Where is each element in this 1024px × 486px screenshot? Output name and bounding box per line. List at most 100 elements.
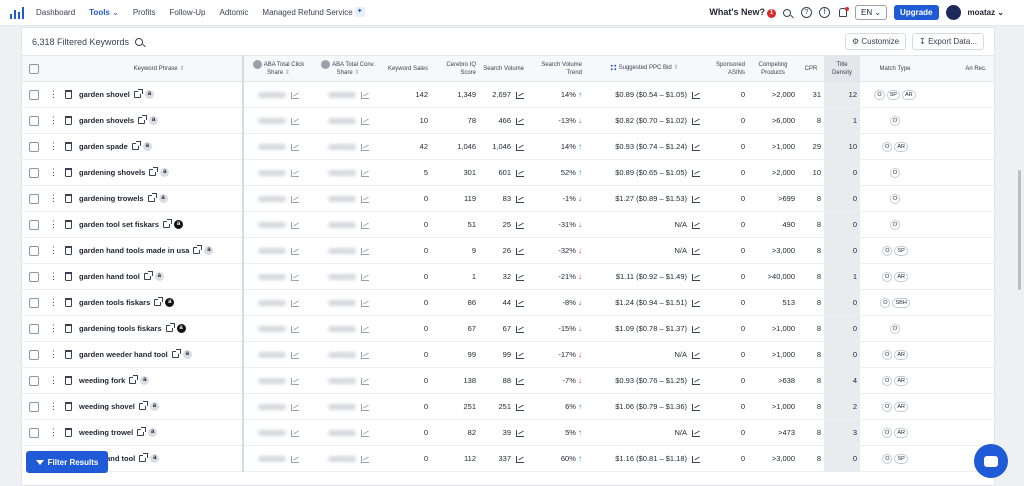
trash-icon[interactable] [64, 402, 72, 412]
trash-icon[interactable] [64, 376, 72, 386]
header-suggested-ppc[interactable]: Suggested PPC Bid ⇕ [585, 55, 703, 82]
external-link-icon[interactable] [139, 453, 149, 463]
trash-icon[interactable] [64, 246, 72, 256]
chart-icon[interactable] [692, 169, 700, 177]
table-row[interactable]: ⋮ gardening tools fiskars a 0 67 67 -15% ↓ $1.0… [22, 315, 994, 342]
match-type-pill[interactable]: AR [894, 428, 908, 438]
row-menu-icon[interactable]: ⋮ [46, 419, 60, 446]
keyword-phrase[interactable]: garden tool set fiskars [79, 220, 159, 229]
match-type-pill[interactable]: O [889, 116, 901, 126]
external-link-icon[interactable] [149, 167, 159, 177]
chat-launcher-button[interactable] [974, 444, 1008, 478]
chart-icon[interactable] [692, 455, 700, 463]
trash-icon[interactable] [64, 142, 72, 152]
chart-icon[interactable] [516, 325, 524, 333]
chart-icon[interactable] [516, 169, 524, 177]
help-icon[interactable]: ? [800, 7, 812, 18]
keyword-phrase[interactable]: garden hand tool [79, 272, 140, 281]
external-link-icon[interactable] [165, 323, 175, 333]
amazon-icon[interactable]: a [174, 220, 184, 230]
chart-icon[interactable] [692, 429, 700, 437]
table-row[interactable]: ⋮ weeding trowel a 0 82 39 5% ↑ N/A 0 >473 8 3 O AR [22, 419, 994, 446]
chart-icon[interactable] [360, 143, 369, 151]
match-type-pill[interactable]: O [882, 272, 893, 282]
row-menu-icon[interactable]: ⋮ [46, 315, 60, 342]
match-type-pill[interactable]: O [882, 428, 893, 438]
table-row[interactable]: ⋮puller hand toola011233760% ↑$1.16 ($0.… [22, 445, 994, 472]
row-checkbox[interactable] [29, 193, 39, 204]
nav-profits[interactable]: Profits [133, 8, 156, 17]
bell-icon[interactable] [837, 7, 849, 18]
keyword-phrase[interactable]: garden shovels [79, 116, 134, 125]
table-row[interactable]: ⋮ garden spade a 42 1,046 1,046 14% ↑ $0.93 ($0… [22, 133, 994, 160]
chart-icon[interactable] [360, 429, 369, 437]
table-row[interactable]: ⋮ garden tools fiskars a 0 86 44 -8% ↓ $1.24 ($… [22, 289, 994, 316]
row-checkbox[interactable] [29, 375, 39, 386]
header-title-density[interactable]: Title Density [824, 55, 860, 82]
chart-icon[interactable] [291, 143, 299, 151]
chart-icon[interactable] [291, 299, 299, 307]
table-row[interactable]: ⋮ weeding shovel a 0 251 251 6% ↑ $1.06 ($0.79 … [22, 393, 994, 420]
match-type-pill[interactable]: SP [886, 90, 900, 100]
chart-icon[interactable] [516, 221, 524, 229]
chart-icon[interactable] [516, 377, 524, 385]
search-icon[interactable] [782, 8, 791, 17]
chart-icon[interactable] [516, 247, 524, 255]
row-checkbox[interactable] [29, 323, 39, 334]
chart-icon[interactable] [291, 429, 299, 437]
select-all-checkbox[interactable] [29, 63, 39, 74]
match-type-pill[interactable]: SBH [892, 298, 910, 308]
chart-icon[interactable] [291, 377, 299, 385]
match-type-pill[interactable]: AR [901, 90, 916, 100]
external-link-icon[interactable] [137, 427, 147, 437]
table-row[interactable]: ⋮ weeding fork a 0 138 88 -7% ↓ $0.93 ($0.76 – … [22, 367, 994, 394]
header-search-volume-trend[interactable]: Search Volume Trend [527, 55, 585, 82]
external-link-icon[interactable] [147, 193, 157, 203]
chart-icon[interactable] [516, 143, 524, 151]
chart-icon[interactable] [360, 91, 369, 99]
external-link-icon[interactable] [143, 271, 153, 281]
chart-icon[interactable] [692, 221, 700, 229]
table-row[interactable]: ⋮ garden shovels a 10 78 466 -13% ↓ $0.82 ($0.7… [22, 107, 994, 134]
amazon-icon[interactable]: a [149, 402, 159, 412]
match-type-pill[interactable]: O [882, 246, 893, 256]
nav-managed-refund[interactable]: Managed Refund Service ✦ [262, 6, 365, 18]
match-type-pill[interactable]: O [882, 376, 893, 386]
keyword-phrase[interactable]: garden hand tools made in usa [79, 246, 189, 255]
chart-icon[interactable] [291, 117, 299, 125]
row-checkbox[interactable] [29, 401, 39, 412]
row-menu-icon[interactable]: ⋮ [46, 289, 60, 316]
nav-dashboard[interactable]: Dashboard [36, 8, 75, 17]
chart-icon[interactable] [516, 91, 524, 99]
keyword-phrase[interactable]: weeding fork [79, 376, 125, 385]
trash-icon[interactable] [64, 90, 72, 100]
row-menu-icon[interactable]: ⋮ [46, 133, 60, 160]
keyword-phrase[interactable]: weeding trowel [79, 428, 133, 437]
chart-icon[interactable] [692, 143, 700, 151]
row-checkbox[interactable] [29, 89, 39, 100]
chart-icon[interactable] [360, 169, 369, 177]
chart-icon[interactable] [360, 195, 369, 203]
chart-icon[interactable] [291, 169, 299, 177]
header-aba-click-share[interactable]: ABA Total Click Share ⇕ [243, 55, 313, 82]
keyword-phrase[interactable]: gardening tools fiskars [79, 324, 162, 333]
table-row[interactable]: ⋮ gardening trowels a 0 119 83 -1% ↓ $1.27 ($0.… [22, 185, 994, 212]
external-link-icon[interactable] [154, 297, 164, 307]
match-type-pill[interactable]: O [882, 454, 893, 464]
header-match-type[interactable]: Match Type [860, 55, 930, 82]
username-menu[interactable]: moataz ⌄ [968, 8, 1005, 17]
chart-icon[interactable] [692, 351, 700, 359]
row-menu-icon[interactable]: ⋮ [46, 393, 60, 420]
match-type-pill[interactable]: AR [894, 402, 908, 412]
search-keywords-icon[interactable] [135, 37, 144, 46]
row-checkbox[interactable] [29, 427, 39, 438]
header-search-volume[interactable]: Search Volume [479, 55, 527, 82]
row-menu-icon[interactable]: ⋮ [46, 367, 60, 394]
chart-icon[interactable] [291, 325, 299, 333]
export-data-button[interactable]: ↧ Export Data... [912, 33, 984, 50]
row-menu-icon[interactable]: ⋮ [46, 81, 60, 108]
trash-icon[interactable] [64, 272, 72, 282]
trash-icon[interactable] [64, 350, 72, 360]
chart-icon[interactable] [516, 403, 524, 411]
external-link-icon[interactable] [133, 89, 143, 99]
